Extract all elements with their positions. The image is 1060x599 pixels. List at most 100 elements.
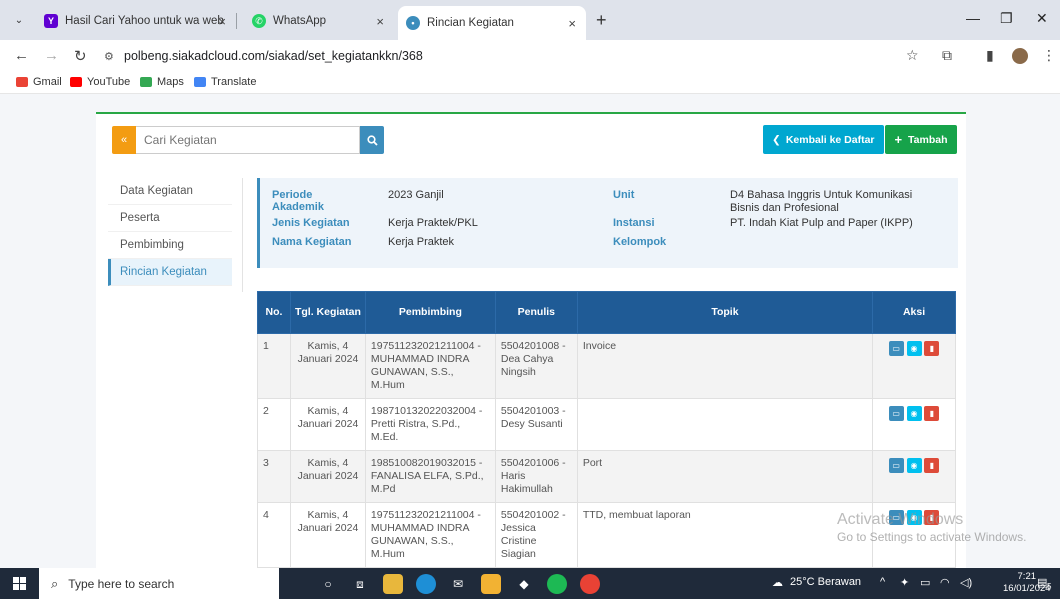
jenis-value: Kerja Praktek/PKL <box>388 217 478 229</box>
table-row: 3 Kamis, 4 Januari 2024 1985100820190320… <box>257 450 956 503</box>
task-view-icon[interactable]: ⧈ <box>350 574 370 594</box>
sidemenu-item-rincian-kegiatan[interactable]: Rincian Kegiatan <box>108 259 232 286</box>
monitor-icon[interactable]: ▭ <box>888 341 904 356</box>
bookmark-youtube[interactable]: YouTube <box>70 76 130 88</box>
taskbar-search-box[interactable]: ⌕ Type here to search <box>39 568 279 599</box>
battery-icon[interactable]: ▭ <box>920 576 930 589</box>
page-content: « ❮ Kembali ke Daftar + Tambah Data Kegi… <box>0 94 1060 568</box>
tab-whatsapp[interactable]: ✆ WhatsApp × <box>244 6 394 36</box>
add-button-label: Tambah <box>908 133 948 146</box>
browser-tab-strip: ⌄ Y Hasil Cari Yahoo untuk wa web × ✆ Wh… <box>0 0 1060 40</box>
back-to-list-button[interactable]: ❮ Kembali ke Daftar <box>763 125 884 154</box>
tab-close-icon[interactable]: × <box>568 16 576 31</box>
trash-icon[interactable]: ▮ <box>924 406 940 421</box>
search-input[interactable] <box>136 126 360 154</box>
back-button-label: Kembali ke Daftar <box>785 133 875 146</box>
store-icon[interactable] <box>481 574 501 594</box>
tab-rincian-kegiatan[interactable]: • Rincian Kegiatan × <box>398 6 586 40</box>
browser-menu-icon[interactable]: ⋮ <box>1042 47 1056 64</box>
extensions-icon[interactable]: ⧉ <box>942 47 952 64</box>
eye-icon[interactable]: ◉ <box>906 406 922 421</box>
bookmark-label: Maps <box>157 76 184 88</box>
chevron-left-icon: ❮ <box>772 133 781 146</box>
eye-icon[interactable]: ◉ <box>906 341 922 356</box>
eye-icon[interactable]: ◉ <box>906 458 922 473</box>
trash-icon[interactable]: ▮ <box>924 458 940 473</box>
file-explorer-icon[interactable] <box>383 574 403 594</box>
url-field[interactable]: ⚙ polbeng.siakadcloud.com/siakad/set_kegi… <box>104 46 423 67</box>
sidepanel-icon[interactable]: ▮ <box>986 47 994 64</box>
forward-arrow-icon[interactable]: → <box>44 47 59 64</box>
table-row: 1 Kamis, 4 Januari 2024 1975112320212110… <box>257 333 956 399</box>
instansi-label: Instansi <box>613 217 655 229</box>
tab-close-icon[interactable]: × <box>376 14 384 29</box>
activate-windows-subtitle: Go to Settings to activate Windows. <box>837 530 1027 544</box>
wifi-icon[interactable]: ◠ <box>940 576 950 589</box>
main-card: « ❮ Kembali ke Daftar + Tambah Data Kegi… <box>96 112 966 568</box>
chrome-icon[interactable] <box>580 574 600 594</box>
cell-pembimbing: 197511232021211004 - MUHAMMAD INDRA GUNA… <box>364 333 496 399</box>
search-icon: ⌕ <box>51 575 59 591</box>
column-header-no: No. <box>257 291 291 334</box>
search-button[interactable] <box>360 126 384 154</box>
minimize-icon[interactable]: — <box>966 10 980 26</box>
tray-chevron-icon[interactable]: ^ <box>880 576 885 588</box>
monitor-icon[interactable]: ▭ <box>888 406 904 421</box>
cell-tgl: Kamis, 4 Januari 2024 <box>289 450 366 503</box>
add-button[interactable]: + Tambah <box>885 125 957 154</box>
column-header-aksi: Aksi <box>872 291 956 334</box>
photos-icon[interactable]: ◆ <box>514 574 534 594</box>
nama-label: Nama Kegiatan <box>272 236 352 248</box>
reload-icon[interactable]: ↻ <box>74 47 87 65</box>
side-menu: Data Kegiatan Peserta Pembimbing Rincian… <box>108 178 232 286</box>
cell-topik: Invoice <box>576 333 874 399</box>
back-arrow-icon[interactable]: ← <box>14 47 29 64</box>
tab-search-dropdown-icon[interactable]: ⌄ <box>10 11 28 29</box>
profile-avatar[interactable] <box>1012 48 1028 64</box>
bookmark-gmail[interactable]: Gmail <box>16 76 62 88</box>
activity-info-box: Periode Akademik 2023 Ganjil Jenis Kegia… <box>257 178 958 268</box>
unit-label: Unit <box>613 189 635 201</box>
site-info-icon[interactable]: ⚙ <box>104 47 118 67</box>
restore-icon[interactable]: ❐ <box>1000 10 1013 27</box>
cell-tgl: Kamis, 4 Januari 2024 <box>289 333 366 399</box>
windows-start-icon[interactable] <box>13 577 26 590</box>
sidemenu-item-data-kegiatan[interactable]: Data Kegiatan <box>108 178 232 205</box>
monitor-icon[interactable]: ▭ <box>888 458 904 473</box>
tab-close-icon[interactable]: × <box>218 14 226 29</box>
kelompok-label: Kelompok <box>613 236 667 248</box>
cell-aksi: ▭ ◉ ▮ <box>872 398 956 451</box>
close-window-icon[interactable]: ✕ <box>1036 10 1048 27</box>
spotify-icon[interactable] <box>547 574 567 594</box>
volume-icon[interactable]: ◁) <box>960 576 972 589</box>
bookmark-maps[interactable]: Maps <box>140 76 184 88</box>
bookmark-label: Translate <box>211 76 257 88</box>
notification-icon[interactable]: ▤ <box>1037 576 1047 589</box>
cell-no: 1 <box>257 333 291 399</box>
collapse-left-icon[interactable]: « <box>112 126 136 154</box>
new-tab-icon[interactable]: + <box>596 10 607 31</box>
sidemenu-item-pembimbing[interactable]: Pembimbing <box>108 232 232 259</box>
weather-icon[interactable]: ☁ <box>772 576 783 589</box>
address-bar-row: ← → ↻ ⚙ polbeng.siakadcloud.com/siakad/se… <box>0 40 1060 72</box>
youtube-icon <box>70 77 82 87</box>
screen: ⌄ Y Hasil Cari Yahoo untuk wa web × ✆ Wh… <box>0 0 1060 599</box>
periode-value: 2023 Ganjil <box>388 189 444 201</box>
cell-no: 4 <box>257 502 291 568</box>
mail-icon[interactable]: ✉ <box>448 574 468 594</box>
sidemenu-item-peserta[interactable]: Peserta <box>108 205 232 232</box>
cortana-icon[interactable]: ○ <box>318 574 338 594</box>
cell-penulis: 5504201002 - Jessica Cristine Siagian <box>494 502 578 568</box>
trash-icon[interactable]: ▮ <box>924 341 940 356</box>
bookmark-star-icon[interactable]: ☆ <box>906 47 919 64</box>
edge-icon[interactable] <box>416 574 436 594</box>
search-icon <box>366 134 378 146</box>
bookmark-translate[interactable]: Translate <box>194 76 256 88</box>
cell-topik: Port <box>576 450 874 503</box>
tray-app-icon[interactable]: ✦ <box>900 576 909 589</box>
cell-no: 2 <box>257 398 291 451</box>
weather-text[interactable]: 25°C Berawan <box>790 576 861 588</box>
bookmarks-bar: Gmail YouTube Maps Translate <box>0 72 1060 94</box>
cell-aksi: ▭ ◉ ▮ <box>872 450 956 503</box>
tab-yahoo[interactable]: Y Hasil Cari Yahoo untuk wa web × <box>36 6 236 36</box>
